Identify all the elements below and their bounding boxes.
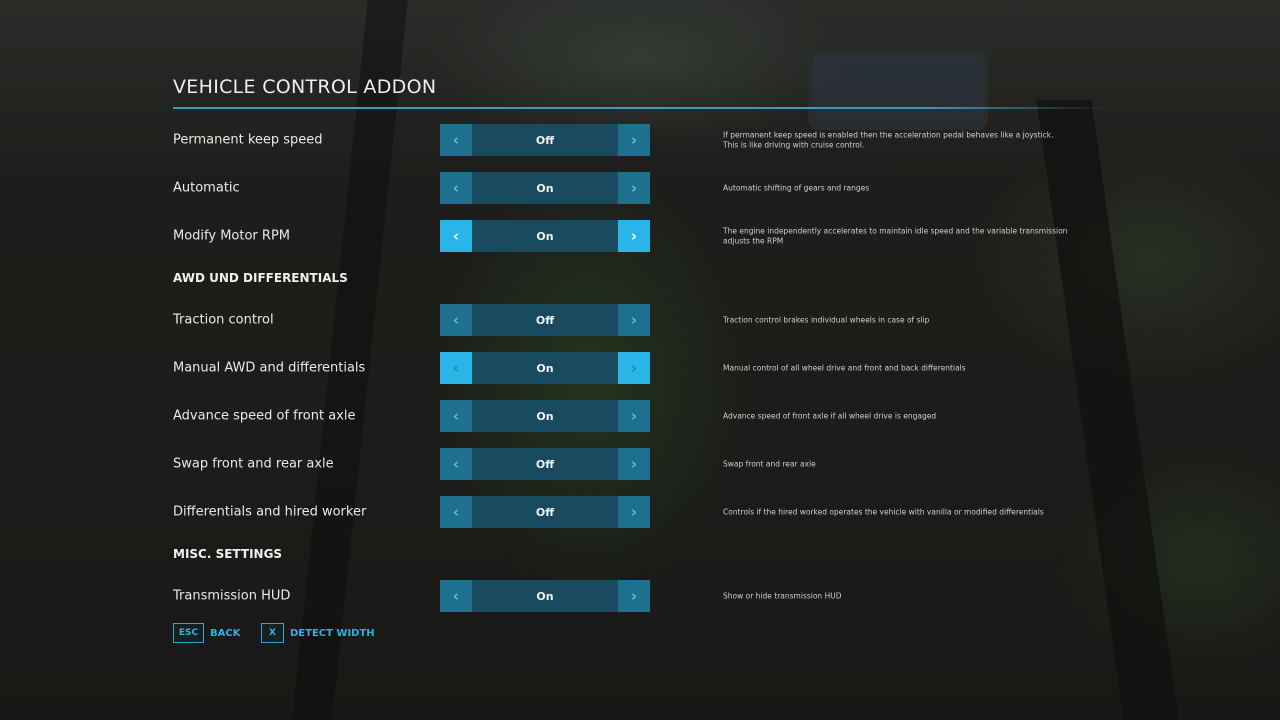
- setting-label: Traction control: [173, 312, 274, 328]
- cab-pillar: [1036, 100, 1179, 720]
- option-value: On: [472, 352, 618, 384]
- setting-label: Permanent keep speed: [173, 132, 323, 148]
- chevron-right-icon[interactable]: ›: [618, 124, 650, 156]
- setting-label: Automatic: [173, 180, 240, 196]
- option-value: Off: [472, 304, 618, 336]
- chevron-left-icon[interactable]: ‹: [440, 448, 472, 480]
- section-header: AWD UND DIFFERENTIALS: [173, 271, 348, 285]
- setting-label: Transmission HUD: [173, 588, 291, 604]
- x-key-icon: X: [261, 623, 284, 643]
- option-value: On: [472, 580, 618, 612]
- chevron-left-icon[interactable]: ‹: [440, 496, 472, 528]
- chevron-left-icon[interactable]: ‹: [440, 124, 472, 156]
- chevron-left-icon[interactable]: ‹: [440, 304, 472, 336]
- chevron-left-icon[interactable]: ‹: [440, 352, 472, 384]
- option-value: On: [472, 220, 618, 252]
- setting-description: Traction control brakes individual wheel…: [723, 315, 930, 325]
- option-selector[interactable]: ‹ Off ›: [440, 124, 650, 156]
- option-selector[interactable]: ‹ Off ›: [440, 496, 650, 528]
- chevron-right-icon[interactable]: ›: [618, 448, 650, 480]
- chevron-right-icon[interactable]: ›: [618, 580, 650, 612]
- title-divider: [173, 107, 1108, 109]
- back-button[interactable]: ESC BACK: [173, 621, 240, 645]
- chevron-left-icon[interactable]: ‹: [440, 172, 472, 204]
- setting-label: Manual AWD and differentials: [173, 360, 366, 376]
- chevron-right-icon[interactable]: ›: [618, 172, 650, 204]
- option-value: Off: [472, 124, 618, 156]
- chevron-left-icon[interactable]: ‹: [440, 400, 472, 432]
- option-selector[interactable]: ‹ Off ›: [440, 304, 650, 336]
- setting-description: Advance speed of front axle if all wheel…: [723, 411, 937, 421]
- setting-label: Differentials and hired worker: [173, 504, 367, 520]
- detect-width-label: DETECT WIDTH: [290, 627, 375, 639]
- setting-description: Show or hide transmission HUD: [723, 591, 842, 601]
- rear-view-mirror: [808, 50, 988, 130]
- setting-label: Swap front and rear axle: [173, 456, 334, 472]
- setting-description: Automatic shifting of gears and ranges: [723, 183, 870, 193]
- setting-description: If permanent keep speed is enabled then …: [723, 130, 1054, 150]
- esc-key-icon: ESC: [173, 623, 204, 643]
- chevron-left-icon[interactable]: ‹: [440, 580, 472, 612]
- option-selector[interactable]: ‹ Off ›: [440, 448, 650, 480]
- setting-description: The engine independently accelerates to …: [723, 226, 1068, 246]
- setting-description: Swap front and rear axle: [723, 459, 816, 469]
- option-selector[interactable]: ‹ On ›: [440, 172, 650, 204]
- option-value: Off: [472, 448, 618, 480]
- chevron-left-icon[interactable]: ‹: [440, 220, 472, 252]
- chevron-right-icon[interactable]: ›: [618, 400, 650, 432]
- setting-label: Advance speed of front axle: [173, 408, 356, 424]
- option-selector[interactable]: ‹ On ›: [440, 400, 650, 432]
- option-value: On: [472, 172, 618, 204]
- setting-description: Controls if the hired worked operates th…: [723, 507, 1044, 517]
- back-label: BACK: [210, 627, 241, 639]
- chevron-right-icon[interactable]: ›: [618, 220, 650, 252]
- chevron-right-icon[interactable]: ›: [618, 304, 650, 336]
- detect-width-button[interactable]: X DETECT WIDTH: [261, 621, 375, 645]
- option-value: On: [472, 400, 618, 432]
- setting-description: Manual control of all wheel drive and fr…: [723, 363, 966, 373]
- section-header: MISC. SETTINGS: [173, 547, 283, 561]
- chevron-right-icon[interactable]: ›: [618, 496, 650, 528]
- option-selector[interactable]: ‹ On ›: [440, 220, 650, 252]
- option-value: Off: [472, 496, 618, 528]
- chevron-right-icon[interactable]: ›: [618, 352, 650, 384]
- page-title: VEHICLE CONTROL ADDON: [173, 76, 437, 98]
- setting-label: Modify Motor RPM: [173, 228, 290, 244]
- option-selector[interactable]: ‹ On ›: [440, 352, 650, 384]
- option-selector[interactable]: ‹ On ›: [440, 580, 650, 612]
